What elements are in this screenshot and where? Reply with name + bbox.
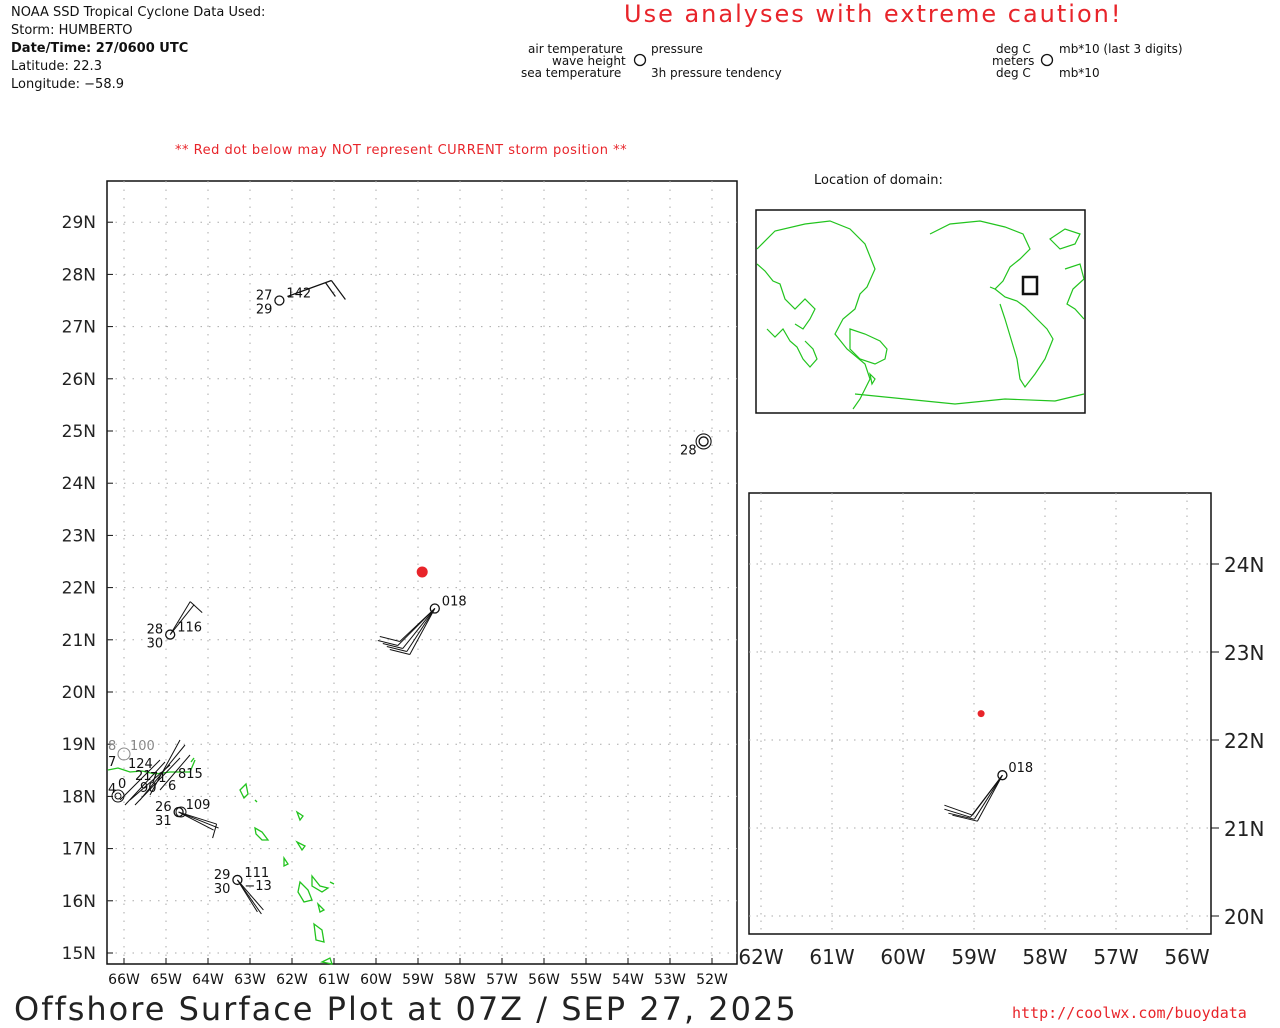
inset-stations: 018 (944, 761, 1033, 822)
inset-station-model: 018 (944, 761, 1033, 822)
inset-storm-position-dot (977, 710, 985, 718)
lon-tick-label: 58W (1022, 945, 1067, 969)
wind-barb-shaft (976, 774, 1003, 822)
lon-tick-label: 56W (1164, 945, 1209, 969)
source-url[interactable]: http://coolwx.com/buoydata (1012, 1004, 1247, 1022)
lon-tick-label: 62W (738, 945, 783, 969)
lat-tick-label: 24N (1224, 553, 1264, 577)
wind-barb-shaft (970, 774, 1003, 818)
lat-tick-label: 22N (1224, 729, 1264, 753)
plot-title: Offshore Surface Plot at 07Z / SEP 27, 2… (14, 990, 798, 1028)
inset-map: 62W 61W 60W 59W 58W 57W 56W 20N 21N 22N 23N 24N 018 (738, 492, 1264, 969)
lon-tick-label: 60W (880, 945, 925, 969)
lon-tick-label: 59W (951, 945, 996, 969)
lat-tick-label: 23N (1224, 641, 1264, 665)
wind-barb-shaft (973, 774, 1003, 820)
lon-tick-label: 57W (1093, 945, 1138, 969)
lon-tick-label: 61W (809, 945, 854, 969)
lat-tick-label: 20N (1224, 905, 1264, 929)
station-pressure: 018 (1008, 761, 1033, 776)
lat-tick-label: 21N (1224, 817, 1264, 841)
inset-map-axis-labels: 62W 61W 60W 59W 58W 57W 56W 20N 21N 22N 23N 24N (738, 553, 1264, 969)
